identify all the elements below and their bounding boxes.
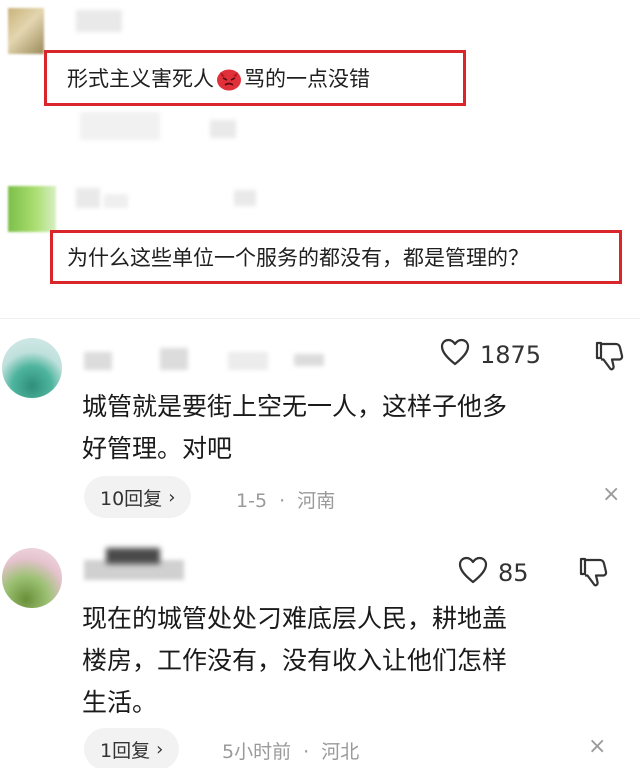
reply-label: 1回复 [100,739,151,762]
comment-line: 好管理。对吧 [82,434,233,463]
dislike-icon[interactable] [594,340,624,376]
blurred-username [84,352,112,370]
comment-body: 城管就是要街上空无一人，这样子他多 好管理。对吧 [82,386,507,470]
blurred-avatar[interactable] [8,8,44,54]
blurred-meta [80,112,160,140]
comment-time: 1-5 [236,490,268,512]
blurred-username [104,194,128,208]
comment-line: 现在的城管处处刁难底层人民，耕地盖 [82,604,508,633]
blurred-username [106,548,160,564]
comment-location: 河南 [297,490,336,512]
avatar[interactable] [2,548,62,608]
heart-icon[interactable] [440,338,470,372]
quote-text-1b: 骂的一点没错 [244,67,370,91]
comment-line: 生活。 [82,688,158,717]
comment-body: 现在的城管处处刁难底层人民，耕地盖 楼房，工作没有，没有收入让他们怎样 生活。 [82,598,507,724]
like-count: 1875 [480,341,542,369]
comment-meta: 1-5 · 河南 [236,486,335,513]
close-icon[interactable]: × [602,482,620,507]
chevron-right-icon: › [156,738,164,760]
comment-screenshot: 形式主义害死人 骂的一点没错 为什么这些单位一个服务的都没有，都是管理的？ 18… [0,0,640,768]
avatar[interactable] [2,338,62,398]
blurred-username [234,190,256,206]
comment-location: 河北 [321,741,360,763]
blurred-username [294,354,324,366]
blurred-username [76,188,100,208]
comment-time: 5小时前 [222,741,292,763]
divider [0,318,640,319]
blurred-username [228,352,268,370]
highlighted-comment-1: 形式主义害死人 骂的一点没错 [44,50,466,106]
blurred-username [160,348,188,370]
dislike-icon[interactable] [578,556,608,592]
reply-label: 10回复 [100,487,163,510]
comment-meta: 5小时前 · 河北 [222,737,359,764]
blurred-username [76,10,122,32]
chevron-right-icon: › [168,486,176,508]
highlighted-comment-2: 为什么这些单位一个服务的都没有，都是管理的？ [50,230,622,284]
like-stats[interactable]: 85 [458,556,529,590]
meta-separator: · [279,490,286,512]
comment-line: 城管就是要街上空无一人，这样子他多 [82,392,508,421]
quote-text-2: 为什么这些单位一个服务的都没有，都是管理的？ [67,246,529,270]
angry-face-icon [216,67,242,91]
heart-icon[interactable] [458,556,488,590]
reply-button[interactable]: 1回复 › [84,728,180,768]
reply-button[interactable]: 10回复 › [84,476,192,518]
quote-text-1a: 形式主义害死人 [67,67,214,91]
comment-line: 楼房，工作没有，没有收入让他们怎样 [82,646,508,675]
blurred-avatar[interactable] [8,186,56,232]
meta-separator: · [303,741,310,763]
like-stats[interactable]: 1875 [440,338,541,372]
blurred-meta [210,120,236,138]
close-icon[interactable]: × [588,734,606,759]
like-count: 85 [498,559,529,587]
